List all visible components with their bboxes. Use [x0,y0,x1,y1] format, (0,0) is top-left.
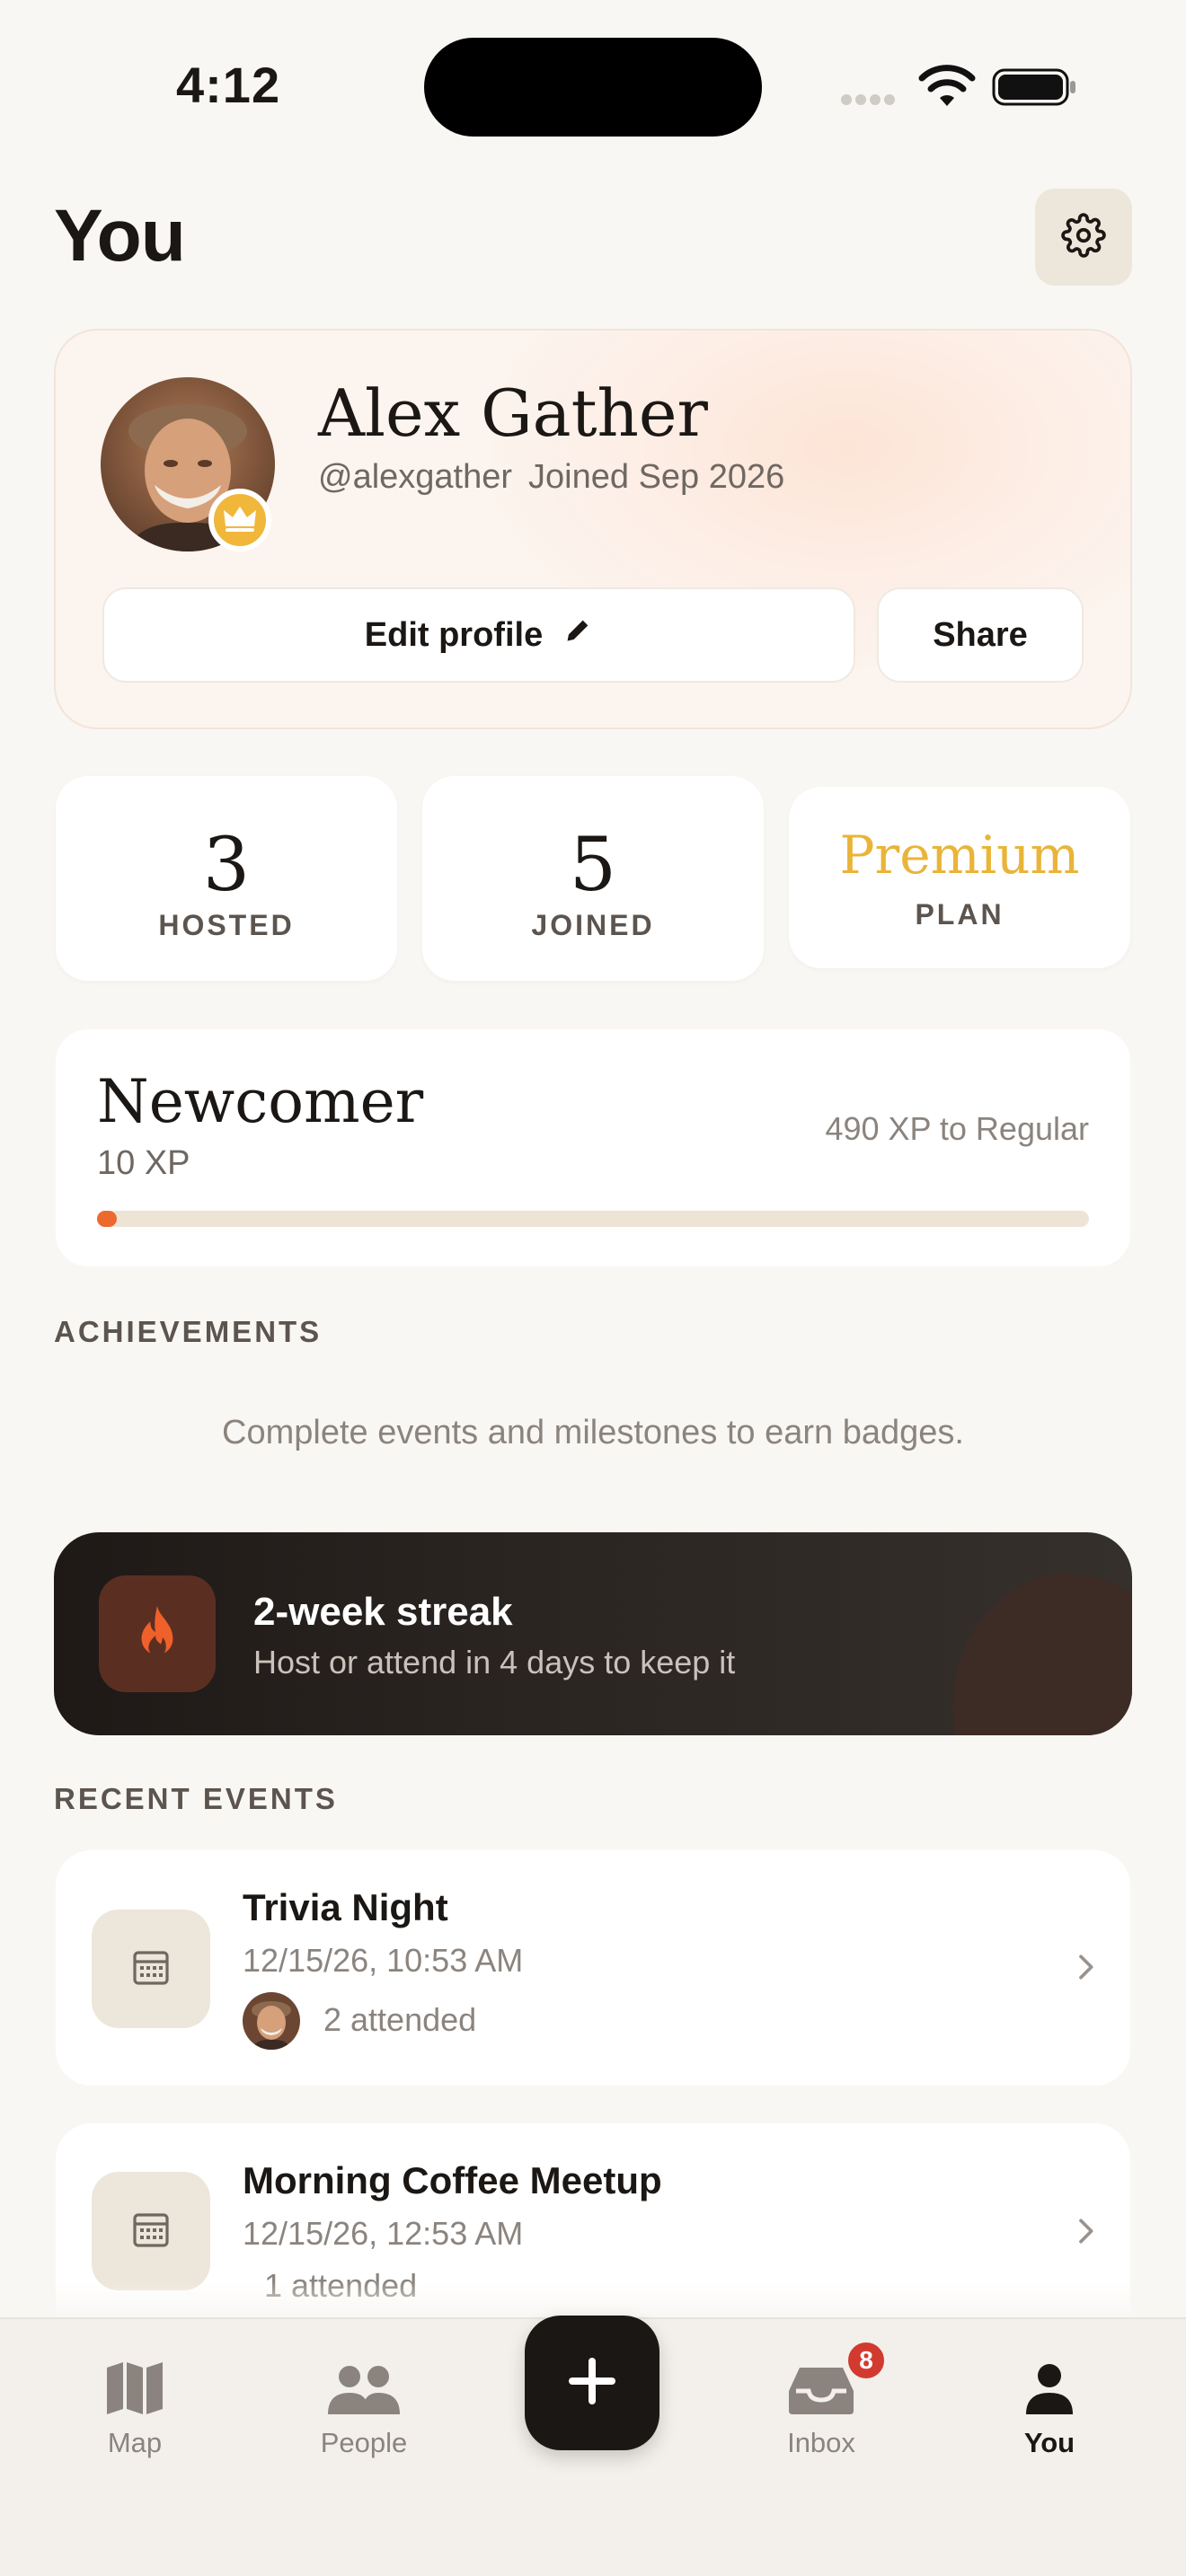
plus-icon [567,2356,617,2411]
xp-progress-fill [97,1211,117,1227]
stat-joined-value: 5 [569,823,617,908]
share-button[interactable]: Share [877,587,1084,683]
recent-events-heading: RECENT EVENTS [54,1782,338,1815]
profile-name: Alex Gather [318,375,708,451]
create-event-button[interactable] [525,2316,659,2450]
event-icon-box [92,2172,210,2290]
tab-inbox-label: Inbox [787,2427,855,2458]
attendee-avatar [243,1992,300,2050]
status-time: 4:12 [176,57,281,113]
edit-profile-button[interactable]: Edit profile [102,587,855,683]
flame-icon [134,1604,181,1664]
person-icon [960,2353,1139,2416]
dynamic-island [424,38,762,137]
stat-plan-value: Premium [839,825,1080,886]
chevron-right-icon [1067,1949,1103,1985]
xp-progress-track [97,1211,1089,1227]
cellular-signal-icon [841,93,904,106]
achievements-empty-text: Complete events and milestones to earn b… [222,1414,964,1451]
crown-badge [208,489,271,551]
calendar-icon [129,2208,173,2255]
event-date: 12/15/26, 12:53 AM [243,2215,524,2252]
stat-joined[interactable]: 5 JOINED [422,776,764,981]
level-card [56,1029,1130,1266]
map-icon [45,2353,225,2416]
crown-icon [222,503,258,538]
pencil-icon [562,615,593,655]
page-title: You [54,195,186,277]
level-name: Newcomer [97,1067,424,1136]
gear-icon [1061,212,1106,262]
stat-plan[interactable]: Premium PLAN [789,787,1130,968]
level-next: 490 XP to Regular [825,1110,1089,1147]
event-icon-box [92,1910,210,2028]
chevron-right-icon [1067,2213,1103,2249]
calendar-icon [129,1945,173,1993]
tab-map-label: Map [107,2427,163,2458]
event-title: Morning Coffee Meetup [243,2159,662,2201]
tab-people[interactable]: People [274,2353,454,2459]
stat-hosted-label: HOSTED [158,909,295,941]
battery-icon [992,68,1078,106]
profile-handle: @alexgather [318,458,513,496]
people-icon [274,2353,454,2416]
event-date: 12/15/26, 10:53 AM [243,1942,524,1979]
profile-meta: @alexgather Joined Sep 2026 [318,458,784,497]
stat-hosted-value: 3 [202,823,251,908]
stat-joined-label: JOINED [531,909,655,941]
tab-you-label: You [1023,2427,1075,2458]
tab-you[interactable]: You [960,2353,1139,2459]
achievements-heading: ACHIEVEMENTS [54,1315,323,1348]
streak-title: 2-week streak [253,1590,513,1634]
event-card-trivia-night[interactable] [56,1850,1130,2086]
stat-hosted[interactable]: 3 HOSTED [56,776,397,981]
streak-card[interactable] [54,1532,1132,1735]
inbox-unread-badge: 8 [845,2339,888,2382]
streak-decoration [952,1574,1132,1735]
tab-bar-fade [0,2281,1186,2317]
event-title: Trivia Night [243,1886,448,1928]
tab-people-label: People [320,2427,408,2458]
tab-map[interactable]: Map [45,2353,225,2459]
event-attended: 2 attended [323,2001,477,2038]
streak-subtitle: Host or attend in 4 days to keep it [253,1644,736,1681]
level-xp: 10 XP [97,1144,190,1182]
stat-plan-label: PLAN [915,898,1005,931]
edit-profile-label: Edit profile [364,615,544,654]
wifi-icon [918,65,976,110]
settings-button[interactable] [1035,189,1132,286]
profile-joined: Joined Sep 2026 [528,458,785,496]
streak-icon-box [99,1575,216,1692]
